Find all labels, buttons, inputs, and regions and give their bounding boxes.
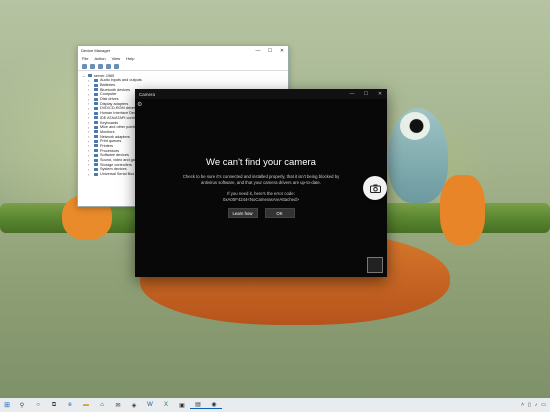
device-category-label: Storage controllers xyxy=(100,162,132,167)
system-tray: ˄ ▯ ♪ ▭ xyxy=(521,402,550,408)
device-manager-titlebar[interactable]: Device Manager — ☐ ✕ xyxy=(78,46,288,55)
device-category-label: Bluetooth devices xyxy=(100,87,130,92)
device-icon xyxy=(94,92,98,96)
device-tree-root-label: server-1965 xyxy=(94,73,115,78)
camera-titlebar[interactable]: Camera — ☐ ✕ xyxy=(135,89,387,99)
properties-icon[interactable] xyxy=(98,63,103,69)
menu-view[interactable]: View xyxy=(112,56,121,61)
device-category-label: Network adapters xyxy=(100,134,130,139)
menu-file[interactable]: File xyxy=(82,56,88,61)
scan-hardware-icon[interactable] xyxy=(114,63,119,69)
photos-icon[interactable]: ▣ xyxy=(174,402,190,409)
device-category-label: Disk drives xyxy=(100,97,119,102)
back-icon[interactable] xyxy=(82,63,87,69)
error-heading: We can't find your camera xyxy=(206,157,316,168)
chevron-up-icon[interactable]: ˄ xyxy=(521,402,524,408)
wallpaper-frog-eye xyxy=(400,112,430,140)
word-icon[interactable]: W xyxy=(142,402,158,408)
device-category-label: Processors xyxy=(100,148,119,153)
device-icon xyxy=(94,125,98,129)
excel-icon[interactable]: X xyxy=(158,402,174,408)
menu-action[interactable]: Action xyxy=(94,56,105,61)
close-button[interactable]: ✕ xyxy=(276,48,288,54)
device-icon xyxy=(94,139,98,143)
device-category-label: Monitors xyxy=(100,129,115,134)
cortana-icon[interactable]: ○ xyxy=(30,402,46,408)
device-icon xyxy=(94,135,98,139)
camera-title: Camera xyxy=(139,91,156,97)
file-explorer-icon[interactable]: ▬ xyxy=(78,402,94,408)
wallpaper-frog-right-leg xyxy=(440,175,485,245)
maximize-button[interactable]: ☐ xyxy=(264,48,276,54)
device-category-label: Keyboards xyxy=(100,120,119,125)
device-icon xyxy=(94,88,98,92)
device-icon xyxy=(94,116,98,120)
camera-shutter-button[interactable] xyxy=(363,176,387,200)
gear-icon[interactable]: ⚙ xyxy=(137,101,142,108)
chevron-down-icon[interactable]: ⌄ xyxy=(82,73,86,78)
device-category-label: DVD/CD-ROM drives xyxy=(100,106,136,111)
device-category-label: Computer xyxy=(100,92,117,97)
error-buttons: Learn how OK xyxy=(135,208,387,218)
close-button[interactable]: ✕ xyxy=(373,91,387,97)
device-icon xyxy=(94,83,98,87)
photo-preview-thumbnail[interactable] xyxy=(367,257,383,273)
device-icon xyxy=(94,130,98,134)
computer-icon xyxy=(88,74,92,77)
device-category-label: Software devices xyxy=(100,153,129,158)
camera-window[interactable]: Camera — ☐ ✕ ⚙ We can't find your camera… xyxy=(135,89,387,277)
learn-how-button[interactable]: Learn how xyxy=(227,208,258,218)
search-icon[interactable]: ⚲ xyxy=(14,402,30,409)
device-icon xyxy=(94,106,98,110)
device-category-label: Printers xyxy=(100,143,114,148)
minimize-button[interactable]: — xyxy=(345,91,359,97)
device-icon xyxy=(94,149,98,153)
app-icon[interactable]: ◈ xyxy=(126,402,142,409)
edge-icon[interactable]: e xyxy=(62,402,78,408)
device-icon xyxy=(94,111,98,115)
device-icon xyxy=(94,172,98,176)
device-category-label: Audio inputs and outputs xyxy=(100,78,142,83)
device-icon xyxy=(94,97,98,101)
error-code: 0xA00F4244<NoCamerasAreAttached> xyxy=(223,197,299,202)
device-category-label: System devices xyxy=(100,167,127,172)
minimize-button[interactable]: — xyxy=(252,48,264,54)
device-icon xyxy=(94,102,98,106)
task-view-icon[interactable]: ⧉ xyxy=(46,402,62,409)
device-manager-title: Device Manager xyxy=(81,48,111,53)
device-category-label: Print queues xyxy=(100,139,122,144)
ok-button[interactable]: OK xyxy=(264,208,295,218)
network-icon[interactable]: ▯ xyxy=(528,402,531,408)
help-icon[interactable] xyxy=(106,63,111,69)
store-icon[interactable]: ⌂ xyxy=(94,402,110,408)
camera-error-message: We can't find your camera Check to be su… xyxy=(135,157,387,218)
device-category-label: Batteries xyxy=(100,83,115,88)
windows-start-icon[interactable]: ⊞ xyxy=(0,401,14,409)
device-manager-toolbar xyxy=(78,62,288,71)
device-manager-menubar: File Action View Help xyxy=(78,55,288,62)
device-icon xyxy=(94,121,98,125)
forward-icon[interactable] xyxy=(90,63,95,69)
device-icon xyxy=(94,78,98,82)
device-icon xyxy=(94,153,98,157)
volume-icon[interactable]: ♪ xyxy=(535,402,538,408)
device-category-label: Display adapters xyxy=(100,101,129,106)
taskbar: ⊞ ⚲ ○ ⧉ e ▬ ⌂ ✉ ◈ W X ▣ ▤ ◉ ˄ ▯ ♪ ▭ xyxy=(0,398,550,412)
device-icon xyxy=(94,163,98,167)
device-icon xyxy=(94,158,98,162)
camera-taskbar-icon[interactable]: ◉ xyxy=(206,401,222,409)
device-icon xyxy=(94,144,98,148)
notification-icon[interactable]: ▭ xyxy=(541,402,546,408)
camera-icon xyxy=(369,184,381,193)
maximize-button[interactable]: ☐ xyxy=(359,91,373,97)
mail-icon[interactable]: ✉ xyxy=(110,402,126,409)
error-body: Check to be sure it's connected and inst… xyxy=(182,174,340,185)
menu-help[interactable]: Help xyxy=(126,56,134,61)
device-manager-taskbar-icon[interactable]: ▤ xyxy=(190,401,206,409)
chevron-right-icon[interactable]: › xyxy=(88,172,92,177)
device-icon xyxy=(94,167,98,171)
